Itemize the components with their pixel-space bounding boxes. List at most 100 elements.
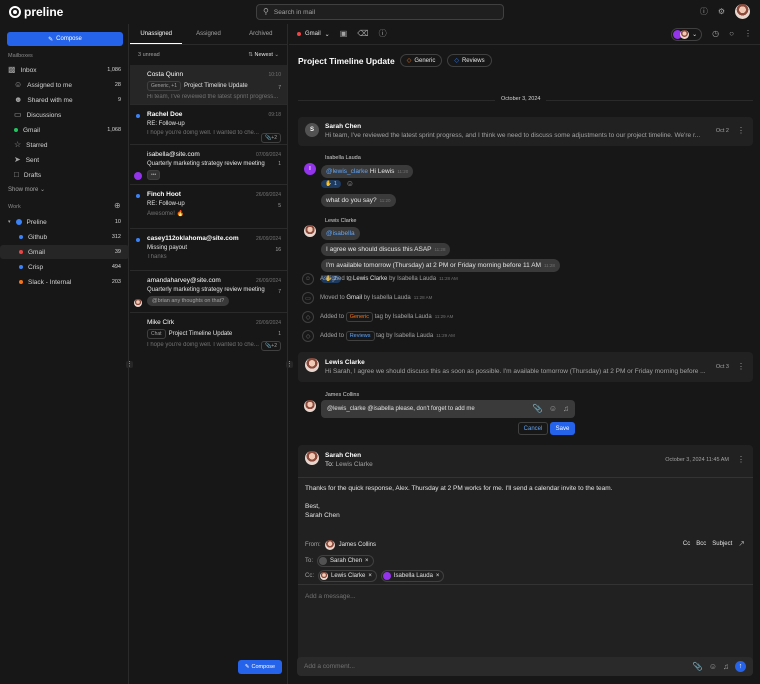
sidebar-item-assigned[interactable]: ☺ Assigned to me 28: [0, 78, 129, 92]
tag-icon: ◇: [454, 58, 459, 64]
list-item[interactable]: Costa Quinn 10:10 Generic, +1 Project Tim…: [130, 65, 287, 105]
mail-snippet: Awesome! 🔥: [147, 211, 185, 217]
sidebar-item-gmail-work[interactable]: Gmail 39: [0, 245, 129, 259]
sidebar-item-label: Starred: [26, 141, 48, 149]
sidebar-item-drafts[interactable]: □ Drafts: [0, 168, 129, 182]
message-input[interactable]: Add a message...: [305, 593, 356, 600]
cancel-button[interactable]: Cancel: [518, 422, 548, 435]
microphone-icon[interactable]: ♫: [563, 405, 569, 413]
gmail-dropdown[interactable]: Gmail ⌄: [297, 31, 330, 38]
help-icon[interactable]: ⓘ: [700, 7, 708, 16]
user-icon: ☺: [14, 80, 23, 89]
list-item[interactable]: isabella@site.com 07/09/2024 Quarterly m…: [130, 145, 287, 185]
recipient-chip[interactable]: Lewis Clarke ×: [318, 570, 377, 582]
tab-assigned[interactable]: Assigned: [182, 24, 234, 44]
gear-icon[interactable]: ⚙: [718, 7, 725, 16]
sidebar-item-inbox[interactable]: ▩ Inbox 1,086: [0, 63, 129, 77]
compose-button[interactable]: ✎ Compose: [7, 32, 123, 46]
email-snippet: Hi team, I've reviewed the latest sprint…: [325, 132, 701, 139]
mention[interactable]: @isabella: [326, 230, 355, 237]
more-icon[interactable]: ⋮: [737, 127, 745, 135]
tag-icon[interactable]: ○: [729, 30, 734, 38]
chevron-down-icon: ⌄: [692, 31, 698, 38]
status-dot-icon: [19, 250, 23, 254]
paperclip-icon[interactable]: 📎: [693, 662, 703, 671]
resize-handle-icon[interactable]: ⋮: [126, 361, 133, 368]
reactions: ✋ 1 ☺: [321, 180, 354, 188]
sidebar-item-crisp[interactable]: Crisp 494: [0, 260, 129, 274]
list-item[interactable]: Finch Hoot 26/09/2024 RE: Follow-up 5 Aw…: [130, 185, 287, 229]
sidebar-item-count: 312: [111, 234, 121, 240]
add-circle-icon[interactable]: ⊕: [114, 202, 121, 210]
mention[interactable]: @lewis_clarke: [326, 168, 368, 175]
alert-icon[interactable]: ⓘ: [379, 30, 387, 38]
tag-reviews[interactable]: ◇ Reviews: [447, 54, 492, 67]
close-icon[interactable]: ×: [436, 573, 440, 579]
sidebar-item-starred[interactable]: ☆ Starred: [0, 138, 129, 152]
recipient-chip[interactable]: Isabella Lauda ×: [380, 570, 445, 582]
recipient-chip[interactable]: Sarah Chen ×: [317, 555, 374, 567]
sidebar-item-count: 28: [114, 82, 121, 88]
compose-button[interactable]: ✎ Compose: [238, 660, 282, 674]
draft-input[interactable]: @lewis_clarke @isabella please, don't fo…: [321, 400, 575, 418]
tab-unassigned[interactable]: Unassigned: [130, 24, 183, 44]
compose-label: Compose: [56, 36, 82, 42]
trash-icon[interactable]: ⌫: [357, 30, 368, 38]
sidebar-item-preline[interactable]: ▾ Preline 10: [0, 215, 129, 229]
microphone-icon[interactable]: ♫: [723, 662, 729, 671]
close-icon[interactable]: ×: [368, 573, 372, 579]
list-item[interactable]: amandaharvey@site.com 26/09/2024 Quarter…: [130, 271, 287, 313]
more-icon[interactable]: ⋮: [737, 456, 745, 464]
logo[interactable]: preline: [9, 5, 63, 19]
mail-date: 26/09/2024: [255, 278, 281, 284]
avatar[interactable]: [735, 4, 750, 19]
clock-icon[interactable]: ◷: [712, 30, 719, 38]
list-item[interactable]: casey112oklahoma@site.com 26/09/2024 Mis…: [130, 229, 287, 271]
send-button[interactable]: ↑: [735, 661, 746, 672]
reaction-chip[interactable]: ✋ 1: [321, 180, 341, 188]
show-more-link[interactable]: Show more ⌄: [8, 186, 45, 193]
page-title: Project Timeline Update: [298, 55, 395, 66]
emoji-icon[interactable]: ☺: [709, 662, 717, 671]
emoji-icon[interactable]: ☺: [549, 405, 557, 413]
sidebar-item-discussions[interactable]: ▭ Discussions: [0, 108, 129, 122]
tab-archived[interactable]: Archived: [235, 24, 287, 44]
mail-list: Unassigned Assigned Archived 3 unread ⇅ N…: [126, 24, 288, 684]
attachment-chip: 📎+2: [261, 133, 281, 143]
unread-dot-icon: [136, 194, 140, 198]
chat-message: what do you say? 11:20: [321, 194, 396, 207]
close-icon[interactable]: ×: [365, 558, 369, 564]
sidebar-item-gmail[interactable]: Gmail 1,068: [0, 123, 129, 137]
list-item[interactable]: Mike Clrk 20/09/2024 Chat Project Timelin…: [130, 313, 287, 353]
mail-count: 7: [278, 289, 281, 295]
divider: [298, 584, 753, 585]
search-placeholder: Search in mail: [273, 8, 316, 16]
expand-icon[interactable]: ↗: [738, 540, 745, 548]
add-reaction-icon[interactable]: ☺: [346, 180, 354, 188]
work-heading: Work: [8, 204, 21, 210]
save-button[interactable]: Save: [550, 422, 575, 435]
comment-input[interactable]: Add a comment... 📎 ☺ ♫ ↑: [297, 657, 753, 676]
sidebar-item-sent[interactable]: ➤ Sent: [0, 153, 129, 167]
archive-icon[interactable]: ▣: [340, 30, 348, 38]
search-input[interactable]: ⚲ Search in mail: [256, 4, 504, 20]
sidebar-item-shared[interactable]: ☻ Shared with me 9: [0, 93, 129, 107]
paperclip-icon[interactable]: 📎: [533, 405, 543, 413]
sidebar-item-slack[interactable]: Slack - Internal 203: [0, 275, 129, 289]
list-item[interactable]: Rachel Doe 09:18 RE: Follow-up I hope yo…: [130, 105, 287, 145]
sidebar-item-github[interactable]: Github 312: [0, 230, 129, 244]
assignees-dropdown[interactable]: ⌄: [671, 27, 703, 41]
more-icon[interactable]: ⋮: [744, 30, 752, 38]
tag-generic[interactable]: ◇ Generic: [399, 54, 443, 67]
users-icon: ☻: [14, 95, 23, 104]
email-card[interactable]: S Sarah Chen Hi team, I've reviewed the …: [298, 117, 753, 146]
resize-handle-icon[interactable]: ⋮: [286, 361, 293, 368]
bcc-toggle[interactable]: Bcc: [696, 541, 706, 547]
more-icon[interactable]: ⋮: [737, 363, 745, 371]
email-card[interactable]: Lewis Clarke Hi Sarah, I agree we should…: [298, 352, 753, 382]
sort-dropdown[interactable]: ⇅ Newest ⌄: [248, 52, 279, 58]
message-text: what do you say?: [326, 197, 377, 204]
subject-toggle[interactable]: Subject: [712, 541, 732, 547]
mail-subject: Quarterly marketing strategy review meet…: [147, 161, 265, 167]
cc-toggle[interactable]: Cc: [683, 541, 690, 547]
